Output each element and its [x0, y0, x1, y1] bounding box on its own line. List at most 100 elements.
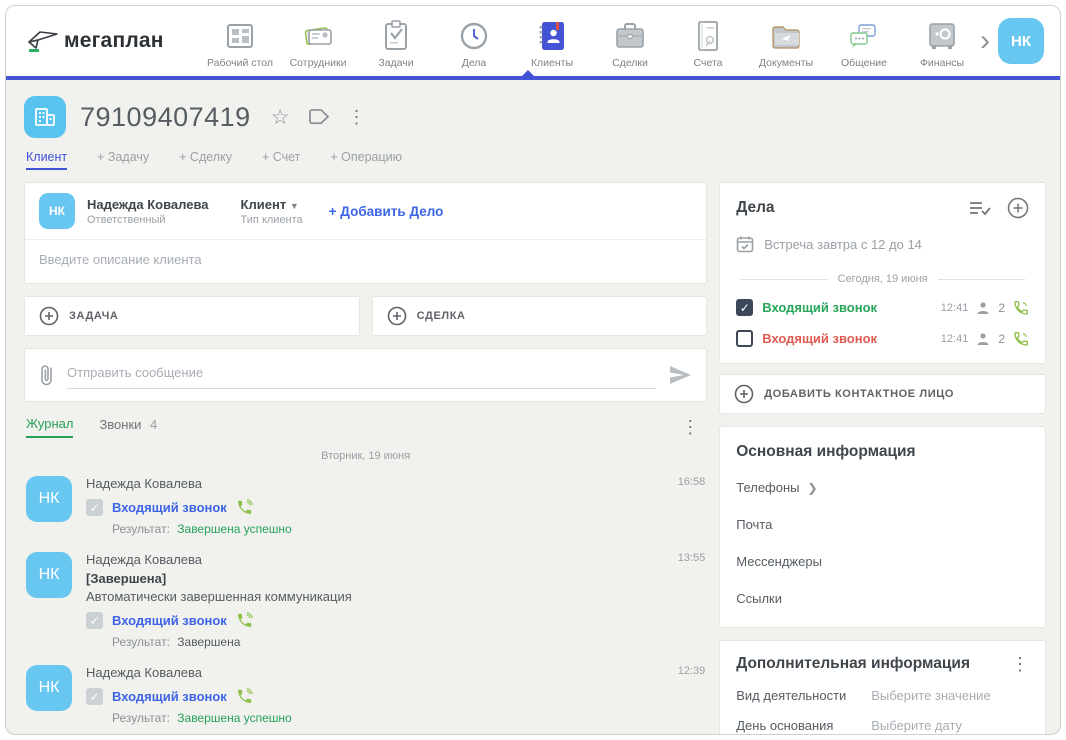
nav-item-communication[interactable]: Общение [828, 13, 900, 69]
entry-author[interactable]: Надежда Ковалева [86, 552, 202, 567]
dela-checkbox-unchecked[interactable] [736, 330, 753, 347]
invoice-icon [690, 19, 726, 53]
incoming-call-link[interactable]: Входящий звонок [112, 689, 227, 704]
incoming-call-done-link[interactable]: Входящий звонок [762, 300, 877, 315]
nav-label: Сотрудники [290, 57, 347, 69]
result-label: Результат: [112, 522, 170, 536]
feed-kebab-menu-icon[interactable]: ⋮ [681, 418, 699, 436]
nav-label: Рабочий стол [207, 57, 273, 69]
incoming-call-missed-link[interactable]: Входящий звонок [762, 331, 877, 346]
plus-circle-icon [39, 306, 59, 326]
nav-label: Документы [759, 57, 813, 69]
extra-row-activity: Вид деятельности Выберите значение [736, 688, 1029, 703]
today-divider-label: Сегодня, 19 июня [838, 273, 928, 285]
entry-text: Автоматически завершенная коммуникация [86, 589, 705, 604]
nav-item-deals[interactable]: Сделки [594, 13, 666, 69]
phone-icon[interactable] [236, 688, 253, 705]
main-info-title: Основная информация [736, 443, 1029, 461]
avatar[interactable]: НК [26, 476, 72, 522]
nav-item-tasks[interactable]: Задачи [360, 13, 432, 69]
entry-time: 16:58 [678, 476, 706, 491]
dela-card: Дела [719, 182, 1046, 364]
phone-icon[interactable] [1013, 331, 1029, 347]
megaplan-logo[interactable]: мегаплан [26, 28, 196, 54]
list-check-icon[interactable] [969, 200, 991, 216]
feed-tab-calls[interactable]: Звонки 4 [99, 417, 157, 437]
phone-icon[interactable] [236, 499, 253, 516]
extra-row-value-placeholder[interactable]: Выберите значение [871, 688, 990, 703]
feed-entry: НК Надежда Ковалева 16:58 ✓ Входящий зво… [24, 468, 707, 544]
extra-row-founded: День основания Выберите дату [736, 718, 1029, 733]
attach-paperclip-icon[interactable] [39, 362, 55, 388]
avatar[interactable]: НК [26, 552, 72, 598]
call-checkbox[interactable]: ✓ [86, 612, 103, 629]
info-row-links[interactable]: Ссылки [736, 580, 1029, 617]
nav-item-documents[interactable]: Документы [750, 13, 822, 69]
nav-more-chevron-icon[interactable]: › [980, 13, 990, 69]
client-type-value: Клиент [241, 197, 287, 212]
incoming-call-link[interactable]: Входящий звонок [112, 613, 227, 628]
extra-row-value-placeholder[interactable]: Выберите дату [871, 718, 962, 733]
add-task-label: ЗАДАЧА [69, 310, 118, 322]
nav-item-dashboard[interactable]: Рабочий стол [204, 13, 276, 69]
tab-add-invoice[interactable]: + Счет [262, 150, 300, 170]
extra-info-title: Дополнительная информация [736, 655, 970, 673]
folder-icon [768, 19, 804, 53]
phone-icon[interactable] [236, 612, 253, 629]
nav-item-finance[interactable]: Финансы [906, 13, 978, 69]
dela-checkbox-checked[interactable]: ✓ [736, 299, 753, 316]
nav-item-invoices[interactable]: Счета [672, 13, 744, 69]
nav-item-employees[interactable]: Сотрудники [282, 13, 354, 69]
extra-info-card: Дополнительная информация ⋮ Вид деятельн… [719, 640, 1046, 735]
responsible-avatar[interactable]: НК [39, 193, 75, 229]
feed-entry: НК Надежда Ковалева 13:55 [Завершена] Ав… [24, 544, 707, 657]
nav-item-clients[interactable]: Клиенты [516, 13, 588, 69]
avatar[interactable]: НК [26, 665, 72, 711]
extra-row-label: День основания [736, 718, 871, 733]
favorite-star-icon[interactable]: ☆ [271, 105, 290, 130]
info-row-email[interactable]: Почта [736, 506, 1029, 543]
user-avatar[interactable]: НК [998, 18, 1044, 64]
header-kebab-menu-icon[interactable]: ⋮ [348, 108, 366, 126]
add-deal-button[interactable]: СДЕЛКА [372, 296, 708, 336]
responsible-name[interactable]: Надежда Ковалева [87, 197, 209, 212]
entry-author[interactable]: Надежда Ковалева [86, 476, 202, 491]
client-type-dropdown[interactable]: Клиент ▼ [241, 197, 303, 212]
feed-tab-journal[interactable]: Журнал [26, 416, 73, 438]
extra-info-kebab-icon[interactable]: ⋮ [1011, 655, 1029, 673]
client-description-placeholder[interactable]: Введите описание клиента [25, 239, 706, 283]
incoming-call-link[interactable]: Входящий звонок [112, 500, 227, 515]
info-row-phones[interactable]: Телефоны ❯ [736, 469, 1029, 506]
add-contact-button[interactable]: ДОБАВИТЬ КОНТАКТНОЕ ЛИЦО [719, 374, 1046, 414]
message-input[interactable] [67, 361, 656, 389]
tab-add-task[interactable]: + Задачу [97, 150, 149, 170]
result-value: Завершена успешно [177, 711, 291, 725]
clients-book-icon [534, 19, 570, 53]
today-divider: Сегодня, 19 июня [740, 273, 1025, 285]
tag-icon[interactable] [308, 109, 330, 125]
info-row-messengers[interactable]: Мессенджеры [736, 543, 1029, 580]
nav-label: Счета [694, 57, 723, 69]
add-delo-link[interactable]: + Добавить Дело [329, 204, 444, 219]
briefcase-icon [612, 19, 648, 53]
call-checkbox[interactable]: ✓ [86, 688, 103, 705]
main-info-card: Основная информация Телефоны ❯ Почта Мес… [719, 426, 1046, 628]
tab-client[interactable]: Клиент [26, 150, 67, 170]
send-icon[interactable] [668, 365, 692, 385]
client-type-label: Тип клиента [241, 214, 303, 226]
feed-tab-calls-label: Звонки [99, 417, 141, 432]
meeting-quick-input[interactable]: Встреча завтра с 12 до 14 [736, 235, 1029, 253]
tab-add-deal[interactable]: + Сделку [179, 150, 232, 170]
call-checkbox[interactable]: ✓ [86, 499, 103, 516]
call-recording-player: Запись разговора 00:00 [86, 733, 646, 735]
entry-author[interactable]: Надежда Ковалева [86, 665, 202, 680]
entity-tabs: Клиент + Задачу + Сделку + Счет + Операц… [26, 150, 1046, 170]
nav-item-affairs[interactable]: Дела [438, 13, 510, 69]
phone-icon[interactable] [1013, 300, 1029, 316]
add-delo-plus-icon[interactable] [1007, 197, 1029, 219]
nav-label: Задачи [378, 57, 413, 69]
chevron-right-icon: ❯ [808, 481, 818, 495]
tab-add-operation[interactable]: + Операцию [330, 150, 402, 170]
add-task-button[interactable]: ЗАДАЧА [24, 296, 360, 336]
info-row-label: Мессенджеры [736, 554, 822, 569]
